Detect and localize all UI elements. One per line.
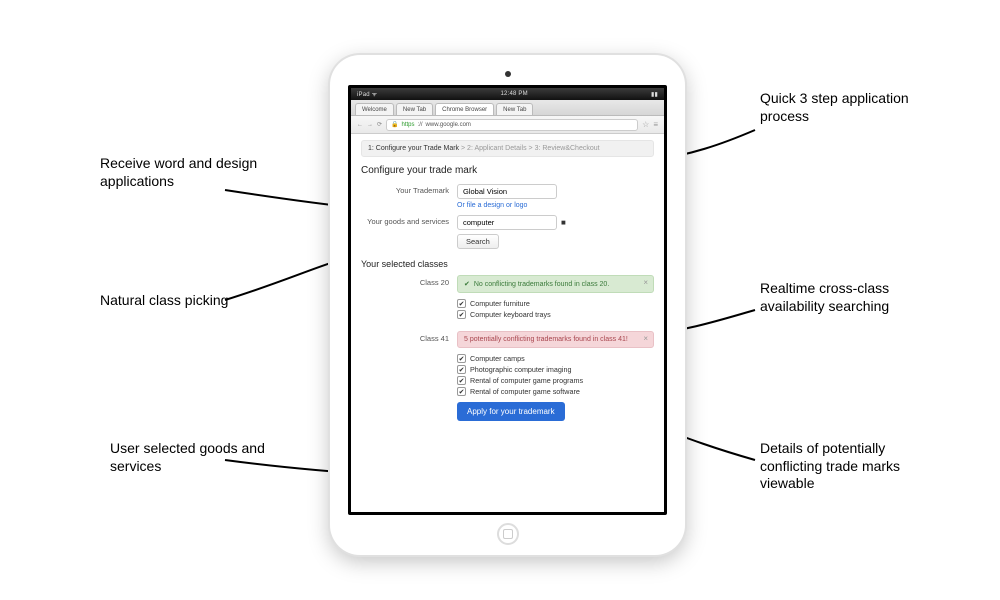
annotation-class-picking: Natural class picking xyxy=(100,292,228,310)
tag-icon: ■ xyxy=(561,218,566,227)
close-icon[interactable]: × xyxy=(643,278,648,287)
list-item: ✔ Photographic computer imaging xyxy=(457,365,654,374)
alert-class-20: ✔ No conflicting trademarks found in cla… xyxy=(457,275,654,293)
label-goods: Your goods and services xyxy=(361,215,449,226)
checkbox[interactable]: ✔ xyxy=(457,376,466,385)
class-block-41: Class 41 5 potentially conflicting trade… xyxy=(361,331,654,421)
label-trademark: Your Trademark xyxy=(361,184,449,195)
ipad-bezel: iPad ᯤ 12:48 PM ▮▮ Welcome New Tab Chrom… xyxy=(348,85,667,515)
step-3: 3: Review&Checkout xyxy=(535,145,600,152)
annotation-goods-services: User selected goods and services xyxy=(110,440,290,475)
list-item: ✔ Rental of computer game programs xyxy=(457,376,654,385)
star-icon[interactable]: ☆ xyxy=(642,120,649,129)
reload-icon[interactable]: ⟳ xyxy=(377,121,382,128)
heading-configure: Configure your trade mark xyxy=(361,165,654,176)
apply-button[interactable]: Apply for your trademark xyxy=(457,402,565,421)
ios-status-time: 12:48 PM xyxy=(501,91,528,97)
input-trademark[interactable] xyxy=(457,184,557,199)
check-icon: ✔ xyxy=(464,280,470,288)
annotation-3-step: Quick 3 step application process xyxy=(760,90,940,125)
page-content: 1: Configure your Trade Mark > 2: Applic… xyxy=(351,134,664,441)
checkbox[interactable]: ✔ xyxy=(457,354,466,363)
alert-class-20-text: No conflicting trademarks found in class… xyxy=(474,281,609,288)
tab-welcome[interactable]: Welcome xyxy=(355,103,394,115)
class-41-label: Class 41 xyxy=(361,331,449,421)
alert-class-41[interactable]: 5 potentially conflicting trademarks fou… xyxy=(457,331,654,348)
annotation-word-design: Receive word and design applications xyxy=(100,155,280,190)
input-goods[interactable] xyxy=(457,215,557,230)
tab-newtab-2[interactable]: New Tab xyxy=(496,103,533,115)
step-2: 2: Applicant Details xyxy=(467,145,527,152)
url-host: www.google.com xyxy=(426,122,471,128)
browser-tabs-row: Welcome New Tab Chrome Browser New Tab xyxy=(351,100,664,116)
steps-breadcrumb: 1: Configure your Trade Mark > 2: Applic… xyxy=(361,140,654,157)
checkbox[interactable]: ✔ xyxy=(457,310,466,319)
class-20-label: Class 20 xyxy=(361,275,449,321)
list-item: ✔ Rental of computer game software xyxy=(457,387,654,396)
row-goods: Your goods and services ■ Search xyxy=(361,215,654,249)
list-item: ✔ Computer furniture xyxy=(457,299,654,308)
list-item: ✔ Computer keyboard trays xyxy=(457,310,654,319)
browser-toolbar: ← → ⟳ 🔒 https://www.google.com ☆ ≡ xyxy=(351,116,664,134)
ios-status-bar: iPad ᯤ 12:48 PM ▮▮ xyxy=(351,88,664,100)
heading-selected-classes: Your selected classes xyxy=(361,259,654,269)
home-button[interactable] xyxy=(497,523,519,545)
menu-icon[interactable]: ≡ xyxy=(653,120,658,129)
design-link[interactable]: Or file a design or logo xyxy=(457,202,527,209)
list-item: ✔ Computer camps xyxy=(457,354,654,363)
tab-newtab-1[interactable]: New Tab xyxy=(396,103,433,115)
annotation-realtime-search: Realtime cross-class availability search… xyxy=(760,280,940,315)
class-block-20: Class 20 ✔ No conflicting trademarks fou… xyxy=(361,275,654,321)
search-button[interactable]: Search xyxy=(457,234,499,249)
checkbox[interactable]: ✔ xyxy=(457,387,466,396)
back-icon[interactable]: ← xyxy=(357,122,363,128)
tab-chrome-browser[interactable]: Chrome Browser xyxy=(435,103,494,115)
ipad-camera xyxy=(505,71,511,77)
forward-icon[interactable]: → xyxy=(367,122,373,128)
ipad-screen: iPad ᯤ 12:48 PM ▮▮ Welcome New Tab Chrom… xyxy=(351,88,664,512)
close-icon[interactable]: × xyxy=(643,334,648,343)
checkbox[interactable]: ✔ xyxy=(457,299,466,308)
row-trademark: Your Trademark Or file a design or logo xyxy=(361,184,654,209)
ios-status-battery: ▮▮ xyxy=(651,91,658,98)
alert-class-41-text: 5 potentially conflicting trademarks fou… xyxy=(464,336,628,343)
annotation-conflict-details: Details of potentially conflicting trade… xyxy=(760,440,940,493)
address-bar[interactable]: 🔒 https://www.google.com xyxy=(386,119,638,131)
lock-icon: 🔒 xyxy=(391,121,398,128)
ipad-frame: iPad ᯤ 12:48 PM ▮▮ Welcome New Tab Chrom… xyxy=(330,55,685,555)
step-1: 1: Configure your Trade Mark xyxy=(368,145,459,152)
ios-status-left: iPad ᯤ xyxy=(357,90,377,98)
checkbox[interactable]: ✔ xyxy=(457,365,466,374)
